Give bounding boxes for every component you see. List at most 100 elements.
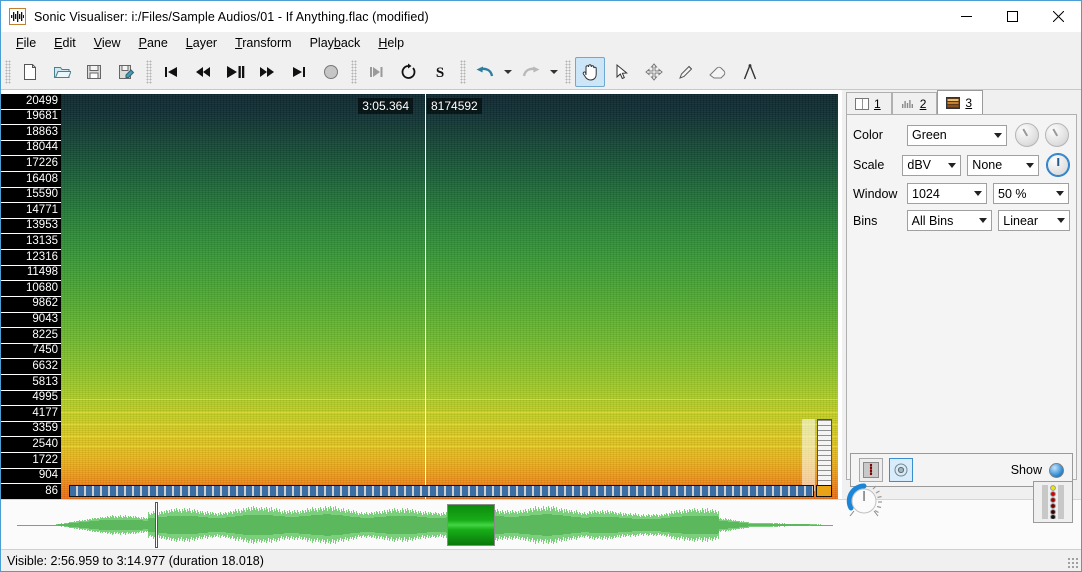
freq-tick: 904 [1, 469, 61, 485]
scale-combo[interactable]: dBV [902, 154, 962, 176]
toolbar-handle-file[interactable] [5, 59, 11, 84]
bins-value: All Bins [911, 213, 954, 228]
toolbar-handle-playmode[interactable] [351, 59, 357, 84]
open-folder-icon[interactable] [47, 57, 77, 87]
ruler-end-marker[interactable] [816, 485, 832, 497]
redo-dropdown-arrow-icon[interactable] [547, 57, 561, 87]
pane-icon [855, 97, 869, 110]
freq-tick: 10680 [1, 281, 61, 297]
colour-scale-glow [802, 419, 815, 491]
save-icon[interactable] [79, 57, 109, 87]
measure-icon[interactable] [735, 57, 765, 87]
toolbar-handle-transport[interactable] [146, 59, 152, 84]
play-pause-icon[interactable] [220, 57, 250, 87]
tab-layer-2[interactable]: 2 [891, 92, 938, 114]
undo-dropdown-arrow-icon[interactable] [501, 57, 515, 87]
freq-tick: 16408 [1, 172, 61, 188]
chevron-down-icon [969, 184, 986, 203]
undo-icon[interactable] [470, 57, 500, 87]
spectrogram-layer-icon [946, 96, 961, 109]
freq-tick: 18863 [1, 125, 61, 141]
frequency-scale-combo[interactable]: Linear [998, 210, 1070, 231]
tab-layer-1[interactable]: 1 [846, 92, 892, 114]
property-row-scale: Scale dBV None [853, 153, 1071, 177]
bins-combo[interactable]: All Bins [906, 210, 993, 231]
step-to-icon[interactable] [361, 57, 391, 87]
status-bar: Visible: 2:56.959 to 3:14.977 (duration … [1, 549, 1081, 571]
window-size-combo[interactable]: 1024 [907, 183, 987, 204]
freq-tick: 13953 [1, 219, 61, 235]
save-as-icon[interactable] [111, 57, 141, 87]
overview-waveform[interactable] [17, 502, 833, 548]
overview-playhead[interactable] [155, 502, 158, 548]
menu-layer[interactable]: Layer [177, 33, 226, 53]
menu-playback[interactable]: Playback [301, 33, 370, 53]
menu-transform[interactable]: Transform [226, 33, 301, 53]
spectrogram-canvas[interactable]: 3:05.364 8174592 [61, 94, 838, 499]
tab-layer-3[interactable]: 3 [937, 90, 984, 114]
color-combo[interactable]: Green [907, 124, 1007, 146]
playhead-line[interactable] [425, 94, 426, 499]
gain-dial[interactable] [1015, 123, 1039, 147]
freq-tick: 2540 [1, 437, 61, 454]
spectrogram-texture [61, 94, 838, 499]
playhead-frame-readout: 8174592 [427, 98, 482, 114]
select-arrow-icon[interactable] [607, 57, 637, 87]
sonic-visualiser-window: Sonic Visualiser: i:/Files/Sample Audios… [0, 0, 1082, 572]
menu-pane[interactable]: Pane [130, 33, 177, 53]
chevron-down-icon [943, 155, 961, 175]
visibility-icon[interactable] [889, 458, 913, 482]
menu-help[interactable]: Help [369, 33, 413, 53]
menu-edit[interactable]: Edit [45, 33, 85, 53]
horizontal-scale-ruler[interactable] [69, 485, 814, 497]
frequency-axis[interactable]: 20499 19681 18863 18044 17226 16408 1559… [1, 94, 61, 499]
spectrogram-pane[interactable]: 20499 19681 18863 18044 17226 16408 1559… [1, 90, 842, 499]
window-title: Sonic Visualiser: i:/Files/Sample Audios… [34, 9, 429, 24]
threshold-dial[interactable] [1045, 123, 1069, 147]
overview-bar [1, 481, 1081, 549]
draw-pencil-icon[interactable] [671, 57, 701, 87]
redo-icon[interactable] [516, 57, 546, 87]
fast-forward-icon[interactable] [252, 57, 282, 87]
rewind-icon[interactable] [188, 57, 218, 87]
svg-text:S: S [436, 65, 444, 81]
show-toggle[interactable] [1049, 462, 1064, 478]
loop-icon[interactable] [393, 57, 423, 87]
chevron-down-icon [1051, 184, 1068, 203]
freq-tick: 12316 [1, 250, 61, 266]
freq-tick: 18044 [1, 141, 61, 157]
minimize-button[interactable] [943, 1, 989, 32]
colour-rotation-dial[interactable] [1046, 153, 1071, 177]
freq-tick: 5813 [1, 375, 61, 391]
close-button[interactable] [1035, 1, 1081, 32]
solo-icon[interactable]: S [425, 57, 455, 87]
erase-icon[interactable] [703, 57, 733, 87]
visible-region-selector[interactable] [447, 504, 495, 546]
freq-tick: 4995 [1, 391, 61, 407]
new-file-icon[interactable] [15, 57, 45, 87]
toolbar-handle-edit[interactable] [460, 59, 466, 84]
navigate-hand-icon[interactable] [575, 56, 605, 87]
freq-tick: 17226 [1, 156, 61, 173]
volume-dial[interactable] [842, 479, 886, 523]
freq-tick: 1722 [1, 453, 61, 469]
menu-view[interactable]: View [85, 33, 130, 53]
normalization-combo[interactable]: None [967, 154, 1040, 176]
forward-end-icon[interactable] [284, 57, 314, 87]
maximize-button[interactable] [989, 1, 1035, 32]
edit-move-icon[interactable] [639, 57, 669, 87]
app-waveform-icon [9, 8, 26, 25]
window-overlap-value: 50 % [998, 186, 1027, 201]
window-overlap-combo[interactable]: 50 % [993, 183, 1069, 204]
window-controls [943, 1, 1081, 32]
color-label: Color [853, 128, 883, 142]
menu-file[interactable]: File [7, 33, 45, 53]
freq-tick: 8225 [1, 328, 61, 344]
property-panel-body: Color Green Scale dBV None Window 1024 5… [846, 114, 1077, 480]
rewind-start-icon[interactable] [156, 57, 186, 87]
record-icon[interactable] [316, 57, 346, 87]
resize-grip[interactable] [1067, 557, 1079, 569]
colour-scale-widget[interactable] [817, 419, 832, 491]
toolbar-handle-tools[interactable] [565, 59, 571, 84]
freq-tick: 4177 [1, 406, 61, 422]
